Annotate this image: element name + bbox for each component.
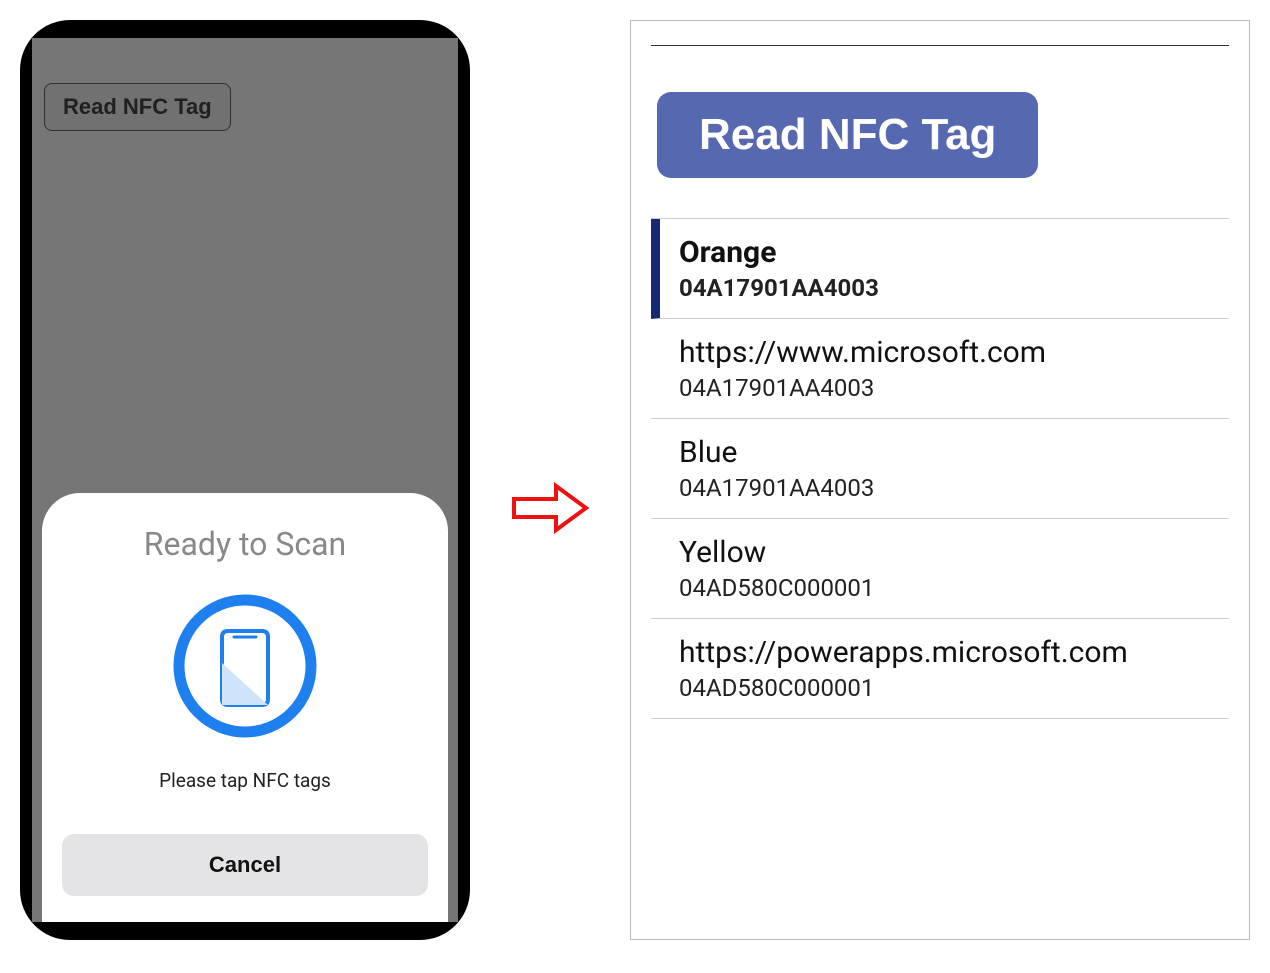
arrow-icon xyxy=(510,482,590,538)
list-item-title: Yellow xyxy=(679,535,1225,570)
list-item-subtitle: 04AD580C000001 xyxy=(679,574,1225,602)
phone-screen: Read NFC Tag Ready to Scan Please tap NF… xyxy=(32,38,458,922)
divider xyxy=(651,45,1229,46)
list-item-subtitle: 04AD580C000001 xyxy=(679,674,1225,702)
list-item-title: Blue xyxy=(679,435,1225,470)
list-item-subtitle: 04A17901AA4003 xyxy=(679,374,1225,402)
list-item[interactable]: Yellow 04AD580C000001 xyxy=(651,519,1229,619)
sheet-title: Ready to Scan xyxy=(62,525,428,563)
read-nfc-tag-button[interactable]: Read NFC Tag xyxy=(657,92,1038,178)
cancel-button[interactable]: Cancel xyxy=(62,834,428,896)
list-item[interactable]: https://www.microsoft.com 04A17901AA4003 xyxy=(651,319,1229,419)
sheet-subtitle: Please tap NFC tags xyxy=(62,769,428,792)
list-item-subtitle: 04A17901AA4003 xyxy=(679,474,1225,502)
phone-frame: Read NFC Tag Ready to Scan Please tap NF… xyxy=(20,20,470,940)
list-item-title: https://powerapps.microsoft.com xyxy=(679,635,1225,670)
list-item[interactable]: Blue 04A17901AA4003 xyxy=(651,419,1229,519)
scan-sheet: Ready to Scan Please tap NFC tags Cancel xyxy=(42,493,448,922)
list-item-subtitle: 04A17901AA4003 xyxy=(679,274,1225,302)
list-item-title: https://www.microsoft.com xyxy=(679,335,1225,370)
list-item[interactable]: Orange 04A17901AA4003 xyxy=(651,219,1229,319)
list-item-title: Orange xyxy=(679,235,1225,270)
list-item[interactable]: https://powerapps.microsoft.com 04AD580C… xyxy=(651,619,1229,719)
nfc-scan-icon xyxy=(62,591,428,741)
tag-list: Orange 04A17901AA4003 https://www.micros… xyxy=(651,218,1229,719)
results-panel: Read NFC Tag Orange 04A17901AA4003 https… xyxy=(630,20,1250,940)
